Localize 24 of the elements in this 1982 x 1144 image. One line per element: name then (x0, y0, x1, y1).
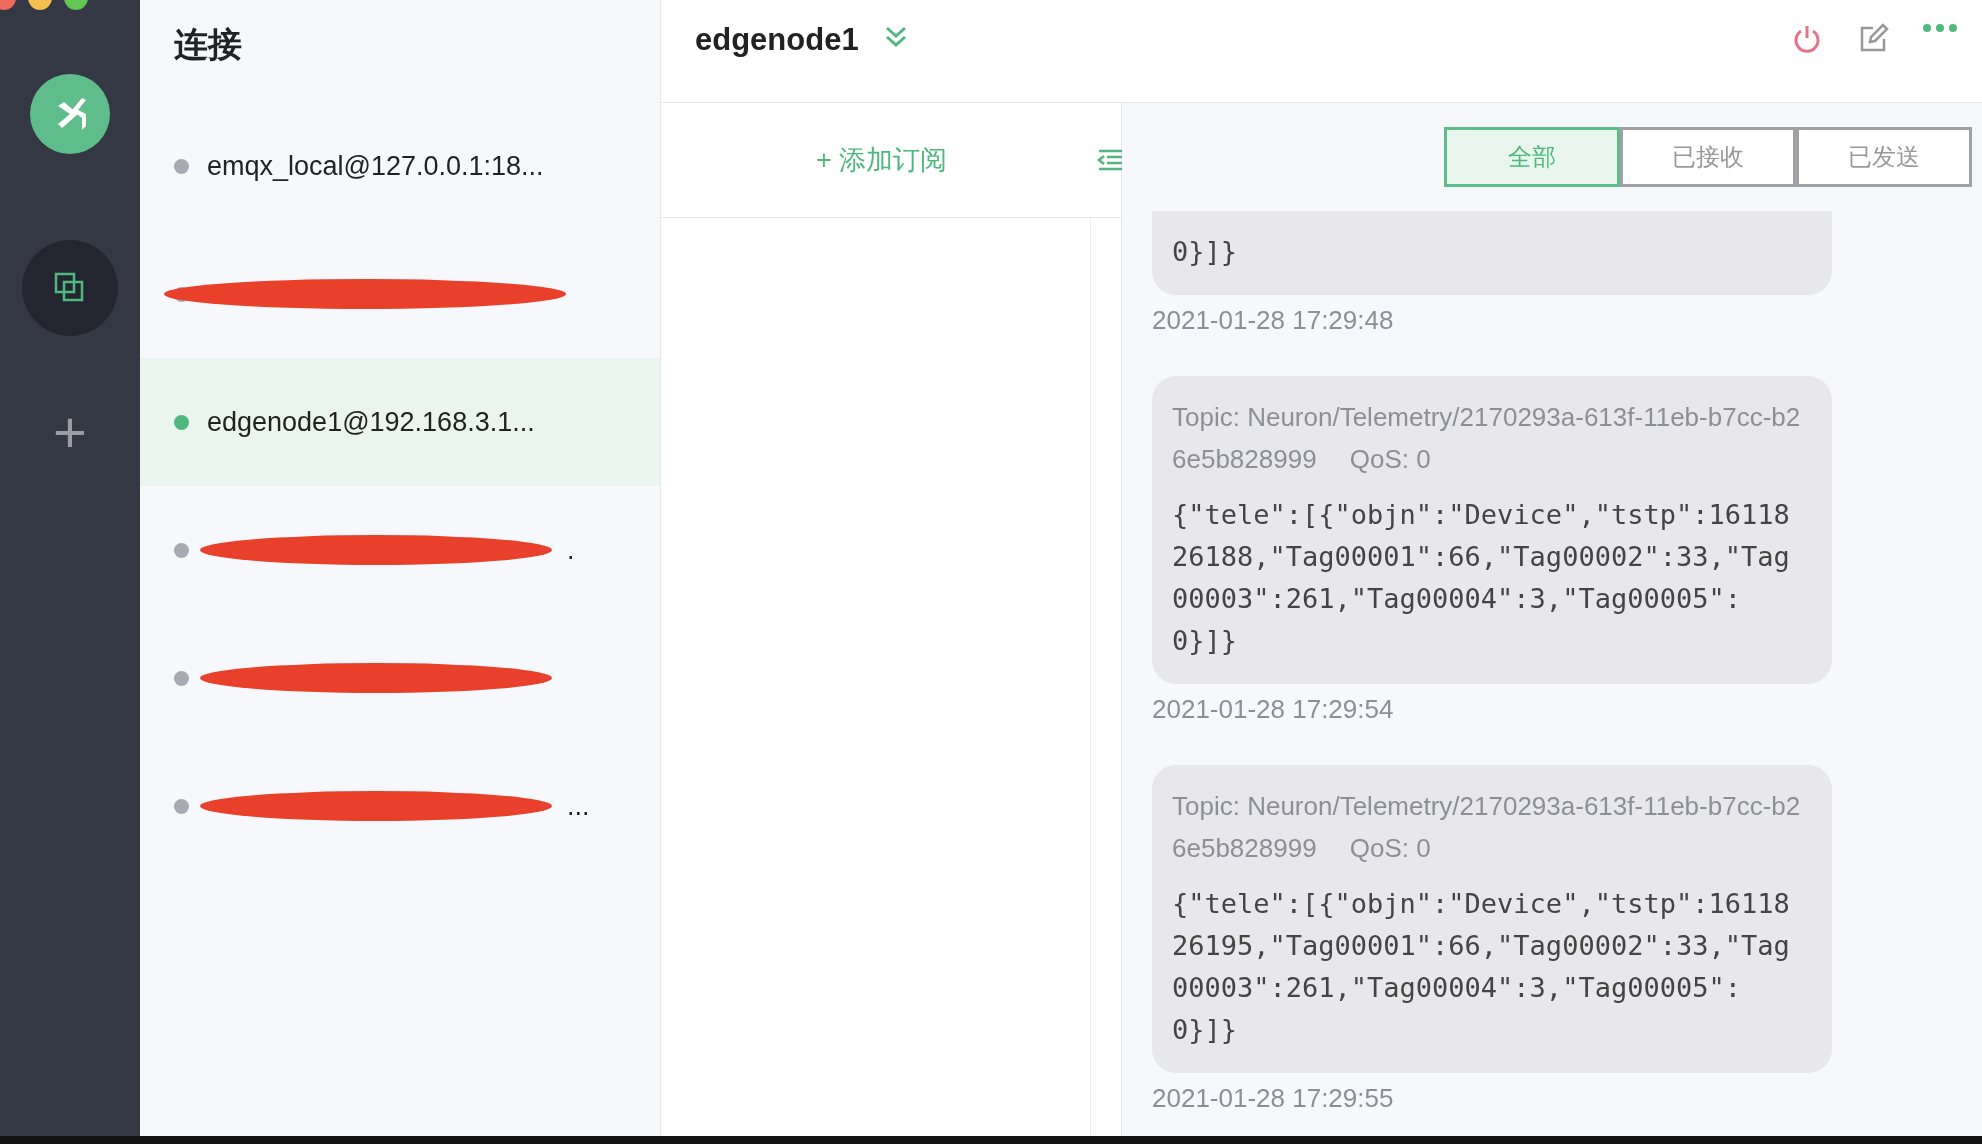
add-button[interactable]: + (53, 403, 87, 461)
connection-name: . (567, 534, 575, 566)
message-topic: Topic: Neuron/Telemetry/2170293a-613f-11eb-b7cc-b26e5b828999 QoS: 0 (1172, 790, 1802, 865)
filter-tab[interactable]: 全部 (1444, 127, 1620, 187)
connection-title: edgenode1 (695, 22, 859, 58)
connection-item[interactable]: edgenode1@192.168.3.1... (140, 358, 660, 486)
connection-name: emqx_local@127.0.0.1:18... (207, 150, 544, 182)
connection-item[interactable]: emqx_local@127.0.0.1:18... (140, 102, 660, 230)
message-time: 2021-01-28 17:29:55 (1152, 1083, 1395, 1114)
message-time: 2021-01-28 17:29:48 (1152, 305, 1395, 336)
filter-tab[interactable]: 已接收 (1620, 127, 1796, 187)
panel-title: 连接 (173, 24, 243, 65)
message-time: 2021-01-28 17:29:54 (1152, 694, 1395, 725)
message-topic: Topic: Neuron/Telemetry/2170293a-613f-11eb-b7cc-b26e5b828999 QoS: 0 (1172, 401, 1802, 476)
more-icon[interactable] (1922, 22, 1958, 34)
connection-item[interactable]: . (140, 486, 660, 614)
message-payload: {"tele":[{"objn":"Device","tstp":1611826195,"Tag00001":66,"Tag00002":33,"Tag00003":261,"Tag00004":3,"Tag00005":0}]} (1172, 887, 1791, 1047)
message-payload: {"tele":[{"objn":"Device","tstp":1611826188,"Tag00001":66,"Tag00002":33,"Tag00003":261,"Tag00004":3,"Tag00005":0}]} (1172, 498, 1791, 658)
connection-item[interactable]: ... (140, 742, 660, 870)
connection-name: edgenode1@192.168.3.1... (207, 406, 535, 438)
connection-name: ... (567, 790, 590, 822)
message-payload: 0}]} (1172, 235, 1239, 269)
filter-tab[interactable]: 已发送 (1796, 127, 1972, 187)
add-subscription-button[interactable]: + 添加订阅 (816, 142, 948, 178)
